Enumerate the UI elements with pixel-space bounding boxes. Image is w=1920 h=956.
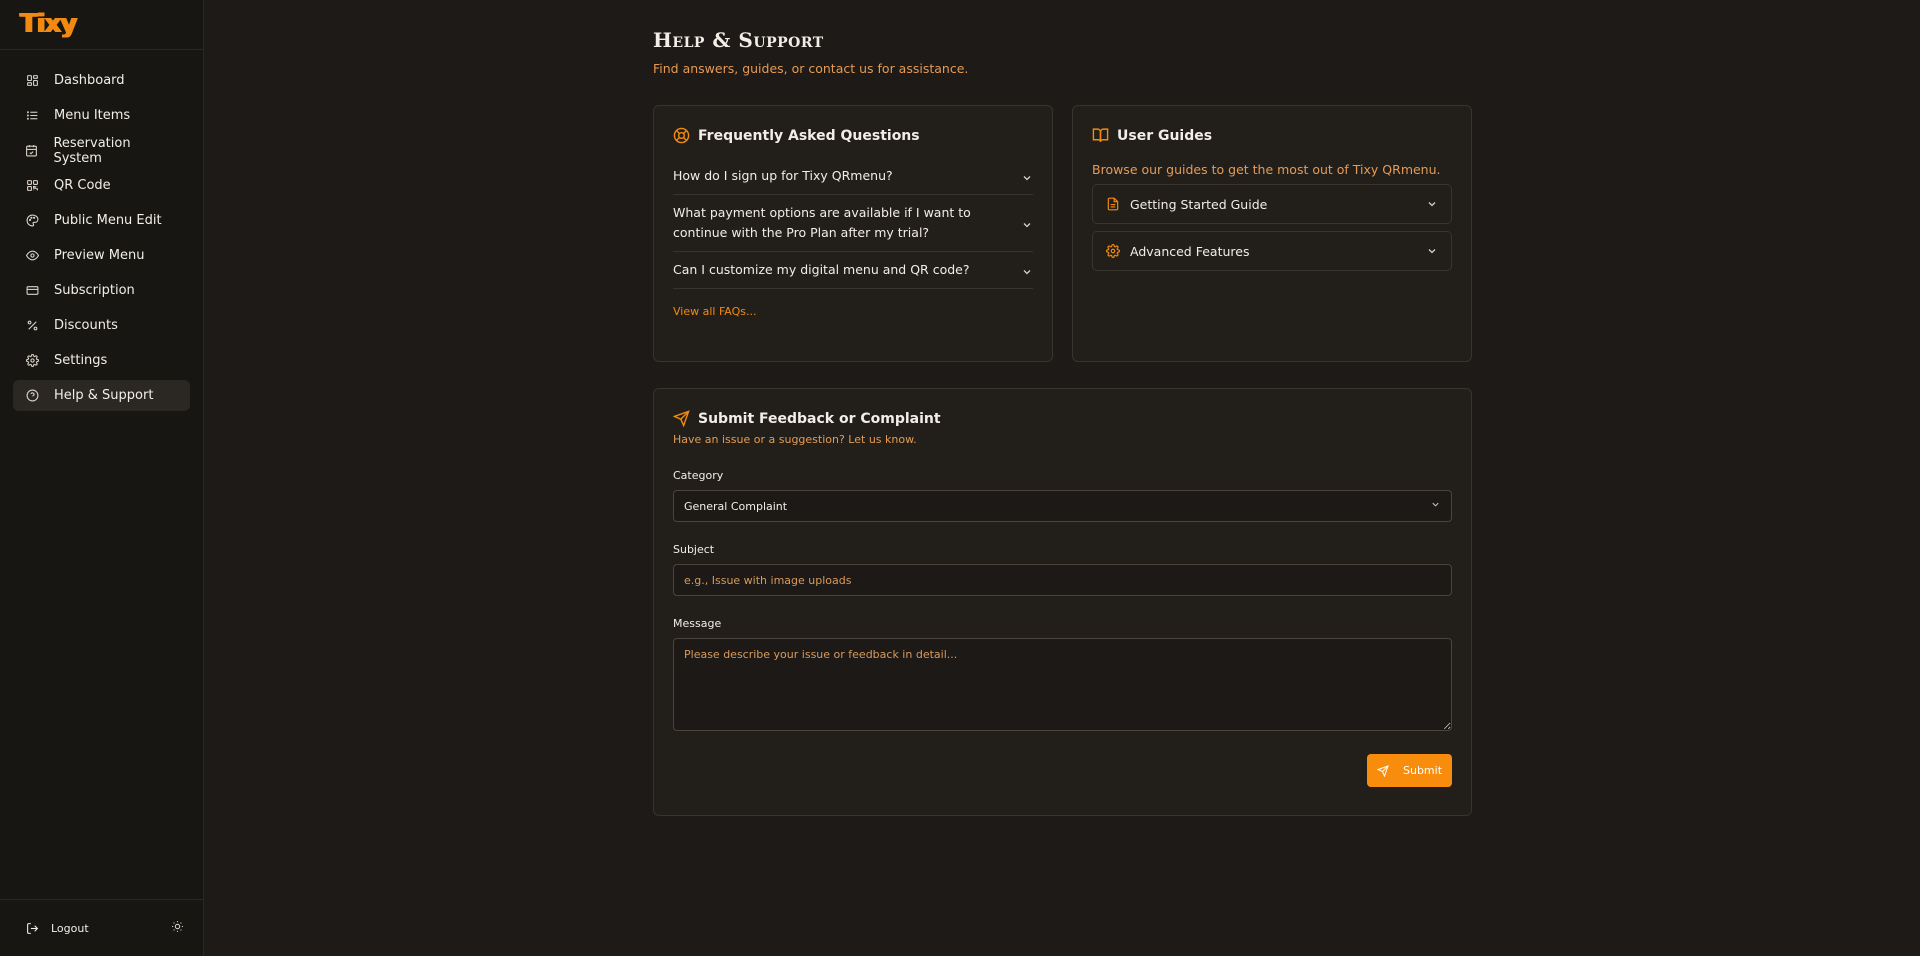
page-title: Help & Support: [653, 28, 824, 52]
sidebar-item-discounts[interactable]: Discounts: [13, 310, 190, 341]
palette-icon: [25, 214, 39, 228]
feedback-description: Have an issue or a suggestion? Let us kn…: [673, 433, 917, 446]
logo[interactable]: Tixy: [20, 10, 183, 38]
sidebar-item-qr-code[interactable]: QR Code: [13, 170, 190, 201]
feedback-title: Submit Feedback or Complaint: [673, 410, 1452, 427]
feedback-title-text: Submit Feedback or Complaint: [698, 410, 941, 427]
chevron-down-icon: [1426, 245, 1438, 257]
logout-button[interactable]: Logout: [26, 922, 89, 935]
sidebar-item-label: Discounts: [54, 318, 118, 333]
sidebar-item-dashboard[interactable]: Dashboard: [13, 65, 190, 96]
faq-item[interactable]: What payment options are available if I …: [673, 195, 1033, 252]
faq-item[interactable]: How do I sign up for Tixy QRmenu?: [673, 158, 1033, 195]
guide-getting-started[interactable]: Getting Started Guide: [1092, 184, 1452, 224]
send-icon: [673, 410, 690, 427]
guides-title: User Guides: [1092, 127, 1452, 144]
help-circle-icon: [25, 389, 39, 403]
category-value: General Complaint: [684, 499, 788, 513]
lifebuoy-icon: [673, 127, 690, 144]
sidebar-item-label: Subscription: [54, 283, 135, 298]
qr-icon: [25, 179, 39, 193]
chevron-down-icon: [1021, 264, 1033, 276]
eye-icon: [25, 249, 39, 263]
submit-label: Submit: [1402, 764, 1443, 777]
faq-question: Can I customize my digital menu and QR c…: [673, 262, 970, 277]
submit-button[interactable]: Submit: [1367, 754, 1452, 787]
logout-icon: [27, 922, 39, 934]
send-icon: [1376, 764, 1389, 777]
dashboard-icon: [25, 74, 39, 88]
faq-item[interactable]: Can I customize my digital menu and QR c…: [673, 252, 1033, 289]
submit-row: Submit: [673, 754, 1452, 787]
category-label: Category: [673, 469, 724, 482]
sidebar-item-label: Menu Items: [54, 108, 131, 123]
sidebar-item-label: Dashboard: [54, 73, 125, 88]
message-label: Message: [673, 617, 722, 630]
faq-card: Frequently Asked Questions How do I sign…: [653, 105, 1053, 362]
sun-icon: [172, 920, 183, 932]
logo-area: Tixy: [0, 0, 203, 50]
subject-input[interactable]: [673, 564, 1452, 596]
list-icon: [25, 109, 39, 123]
gear-icon: [1106, 244, 1120, 258]
user-guides-card: User Guides Browse our guides to get the…: [1072, 105, 1472, 362]
credit-card-icon: [25, 284, 39, 298]
percent-icon: [25, 319, 39, 333]
message-textarea[interactable]: [673, 638, 1452, 731]
sidebar-item-subscription[interactable]: Subscription: [13, 275, 190, 306]
category-select[interactable]: General Complaint: [673, 490, 1452, 522]
sidebar-item-label: Settings: [54, 353, 108, 368]
book-open-icon: [1092, 127, 1109, 144]
theme-toggle-button[interactable]: [171, 920, 184, 937]
feedback-card: Submit Feedback or Complaint Have an iss…: [653, 388, 1472, 816]
guide-label: Advanced Features: [1130, 243, 1250, 259]
subject-label: Subject: [673, 543, 715, 556]
gear-icon: [25, 354, 39, 368]
document-icon: [1106, 197, 1120, 211]
faq-title-text: Frequently Asked Questions: [698, 127, 920, 144]
sidebar-item-menu-items[interactable]: Menu Items: [13, 100, 190, 131]
logout-label: Logout: [51, 921, 89, 935]
sidebar-item-reservation-system[interactable]: Reservation System: [13, 135, 190, 166]
sidebar-footer: Logout: [0, 899, 204, 956]
chevron-down-icon: [1021, 217, 1033, 229]
guides-description: Browse our guides to get the most out of…: [1092, 162, 1441, 177]
faq-question: How do I sign up for Tixy QRmenu?: [673, 168, 893, 183]
sidebar-item-preview-menu[interactable]: Preview Menu: [13, 240, 190, 271]
sidebar-item-settings[interactable]: Settings: [13, 345, 190, 376]
view-all-faqs-link[interactable]: View all FAQs...: [673, 305, 756, 318]
sidebar-item-label: Help & Support: [54, 388, 154, 403]
chevron-down-icon: [1430, 499, 1441, 513]
sidebar: Tixy Dashboard Menu Items Reservation Sy…: [0, 0, 204, 956]
sidebar-item-public-menu-edit[interactable]: Public Menu Edit: [13, 205, 190, 236]
sidebar-item-label: Preview Menu: [54, 248, 145, 263]
guide-label: Getting Started Guide: [1130, 196, 1268, 212]
sidebar-item-label: Public Menu Edit: [54, 213, 162, 228]
faq-title: Frequently Asked Questions: [673, 127, 1033, 144]
chevron-down-icon: [1426, 198, 1438, 210]
sidebar-item-label: QR Code: [54, 178, 111, 193]
guide-advanced-features[interactable]: Advanced Features: [1092, 231, 1452, 271]
page-subtitle: Find answers, guides, or contact us for …: [653, 61, 969, 76]
faq-list: How do I sign up for Tixy QRmenu? What p…: [673, 158, 1033, 289]
faq-question: What payment options are available if I …: [673, 205, 971, 240]
sidebar-item-help-support[interactable]: Help & Support: [13, 380, 190, 411]
guides-title-text: User Guides: [1117, 127, 1213, 144]
chevron-down-icon: [1021, 170, 1033, 182]
sidebar-nav: Dashboard Menu Items Reservation System …: [0, 50, 203, 411]
calendar-icon: [25, 144, 38, 158]
sidebar-item-label: Reservation System: [53, 135, 131, 166]
